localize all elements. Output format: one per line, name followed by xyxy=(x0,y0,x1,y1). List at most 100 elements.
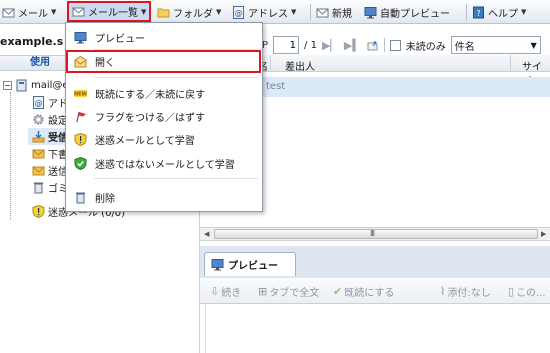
svg-text:?: ? xyxy=(476,9,480,18)
mail-menu-button[interactable]: メール ▼ xyxy=(2,2,56,22)
mail-list-dropdown-menu: プレビュー 開く NEW 既読にする／未読に戻す フラグをつける／はずす 迷惑メ… xyxy=(65,22,263,212)
menu-item-toggle-flag[interactable]: フラグをつける／はずす xyxy=(68,106,260,126)
trash-icon xyxy=(74,191,87,204)
search-field-value: 件名 xyxy=(454,41,475,53)
shield-check-icon xyxy=(74,156,87,170)
menu-item-label: 削除 xyxy=(95,193,115,205)
auto-preview-label: 自動プレビュー xyxy=(380,8,450,20)
new-badge-icon: NEW xyxy=(74,87,88,100)
main-toolbar: メール ▼ メール一覧 ▼ フォルダ ▼ @ アドレス ▼ 新規 自動プレビュー xyxy=(0,0,550,24)
menu-item-learn-not-spam[interactable]: 迷惑ではないメールとして学習 xyxy=(68,153,260,173)
chevron-down-icon: ▼ xyxy=(51,8,57,16)
menu-item-label: プレビュー xyxy=(95,33,145,45)
sent-icon xyxy=(32,164,45,177)
preview-toolbar: ⇩ 続き ⊞ タブで全文 ✔ 既読にする ⌇ 添付:なし ▯ この... xyxy=(200,278,550,304)
tree-item-trash[interactable]: ゴミ xyxy=(32,179,68,196)
new-mail-button[interactable]: 新規 xyxy=(316,2,352,22)
tab-preview-label: プレビュー xyxy=(228,261,278,272)
usage-header: 使用 xyxy=(0,55,70,71)
unread-only-checkbox[interactable] xyxy=(389,39,401,51)
open-in-tab-button[interactable]: ⊞ タブで全文 xyxy=(258,284,319,299)
scroll-right-icon[interactable]: ▶ xyxy=(541,230,546,238)
trash-icon xyxy=(32,181,45,194)
menu-item-preview[interactable]: プレビュー xyxy=(68,27,260,47)
draft-icon xyxy=(32,147,45,160)
tree-item-inbox[interactable]: 受信 xyxy=(28,128,68,145)
tree-item-sent[interactable]: 送信 xyxy=(32,162,68,179)
check-icon: ✔ xyxy=(333,285,343,298)
attachments-indicator[interactable]: ⌇ 添付:なし xyxy=(440,284,491,299)
address-book-icon: @ xyxy=(232,5,245,19)
svg-text:@: @ xyxy=(35,99,43,108)
refresh-icon[interactable] xyxy=(366,39,379,52)
svg-text:@: @ xyxy=(235,8,243,17)
menu-item-label: フラグをつける／はずす xyxy=(95,112,205,124)
scroll-grip-icon: III xyxy=(370,229,375,238)
last-page-icon[interactable]: ▶▍ xyxy=(344,39,361,52)
new-tab-icon: ⊞ xyxy=(258,285,268,298)
folder-menu-label: フォルダ xyxy=(173,8,213,20)
column-divider xyxy=(510,55,511,72)
scroll-left-icon[interactable]: ◀ xyxy=(204,230,209,238)
mail-list-menu-label: メール一覧 xyxy=(88,8,138,19)
pager-separator xyxy=(383,38,385,52)
mail-list-menu-button[interactable]: メール一覧 ▼ xyxy=(67,1,152,22)
column-sender[interactable]: 差出人 xyxy=(285,58,315,73)
this-mail-button[interactable]: ▯ この... xyxy=(508,284,546,299)
folder-menu-button[interactable]: フォルダ ▼ xyxy=(157,2,221,22)
menu-item-delete[interactable]: 削除 xyxy=(68,187,260,207)
gear-icon xyxy=(32,113,45,126)
page-number-input[interactable] xyxy=(273,36,300,54)
chevron-down-icon: ▼ xyxy=(521,8,527,16)
menu-item-learn-spam[interactable]: 迷惑メールとして学習 xyxy=(68,129,260,149)
preview-body xyxy=(205,304,550,353)
toolbar-separator xyxy=(466,4,467,20)
monitor-icon xyxy=(74,31,87,44)
chevron-down-icon: ▼ xyxy=(291,8,297,16)
address-book-icon: @ xyxy=(32,96,45,109)
mark-read-label: 既読にする xyxy=(344,288,395,299)
download-icon: ⇩ xyxy=(210,285,220,298)
attachments-label: 添付:なし xyxy=(447,288,491,299)
page-total: / 1 xyxy=(304,39,317,51)
column-divider xyxy=(270,55,271,72)
highlight-box xyxy=(66,50,261,73)
continue-button[interactable]: ⇩ 続き xyxy=(210,284,241,299)
menu-separator xyxy=(94,178,258,179)
mark-read-button[interactable]: ✔ 既読にする xyxy=(333,284,394,299)
paperclip-icon: ⌇ xyxy=(440,285,446,298)
search-field-select[interactable]: 件名 ▼ xyxy=(450,36,541,54)
server-icon xyxy=(15,79,28,92)
auto-preview-button[interactable]: 自動プレビュー xyxy=(364,2,450,22)
tab-preview[interactable]: プレビュー xyxy=(204,252,296,276)
scrollbar-thumb[interactable]: III xyxy=(214,229,538,239)
tree-item-settings[interactable]: 設定 xyxy=(32,111,68,128)
address-menu-label: アドレス xyxy=(248,8,288,20)
new-mail-label: 新規 xyxy=(332,8,352,20)
toolbar-separator xyxy=(310,4,311,20)
next-page-icon[interactable]: ▶▏ xyxy=(322,39,339,52)
pager: P / 1 ▶▏ ▶▍ 未読のみ 件名 ▼ xyxy=(262,35,541,55)
menu-item-label: 迷惑ではないメールとして学習 xyxy=(95,159,235,171)
horizontal-scrollbar[interactable]: ◀ III ▶ xyxy=(200,227,550,241)
monitor-icon xyxy=(364,6,377,19)
compose-icon xyxy=(316,6,329,19)
document-icon: ▯ xyxy=(508,285,515,298)
shield-warning-icon xyxy=(74,132,87,146)
flag-icon xyxy=(74,110,87,123)
tree-item-account[interactable]: − mail@e xyxy=(3,77,69,94)
this-mail-label: この... xyxy=(516,288,546,299)
address-menu-button[interactable]: @ アドレス ▼ xyxy=(232,2,296,22)
menu-item-label: 迷惑メールとして学習 xyxy=(95,135,195,147)
menu-item-toggle-read[interactable]: NEW 既読にする／未読に戻す xyxy=(68,83,260,103)
menu-item-label: 既読にする／未読に戻す xyxy=(95,89,206,101)
menu-separator xyxy=(94,77,258,78)
help-menu-button[interactable]: ? ヘルプ ▼ xyxy=(472,2,526,22)
tree-item-drafts[interactable]: 下書 xyxy=(32,145,68,162)
open-in-tab-label: タブで全文 xyxy=(269,288,320,299)
unread-only-label: 未読のみ xyxy=(405,41,446,53)
folder-icon xyxy=(157,6,170,19)
help-book-icon: ? xyxy=(472,6,485,19)
collapse-toggle-icon[interactable]: − xyxy=(3,81,12,90)
tree-item-address[interactable]: @ アド xyxy=(32,94,68,111)
